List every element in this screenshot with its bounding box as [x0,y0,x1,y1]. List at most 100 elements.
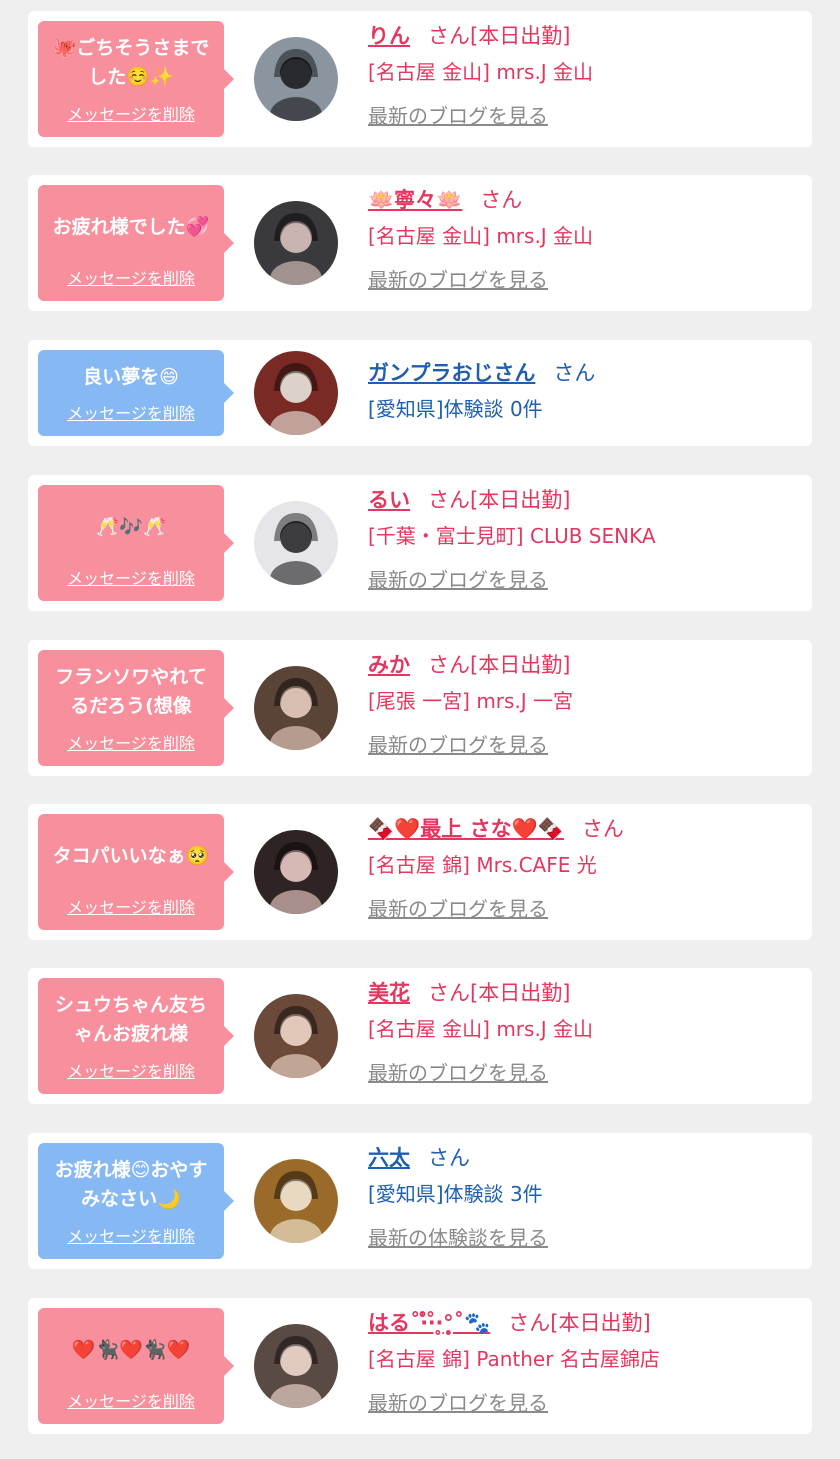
user-name-link[interactable]: るい [368,488,410,512]
avatar[interactable] [254,830,338,914]
message-text: ❤️🐈‍⬛❤️🐈‍⬛❤️ [42,1336,220,1365]
message-card: フランソワやれて るだろう(想像メッセージを削除 みか さん[本日出勤] [尾張 一宮]… [28,640,812,776]
message-line: お疲れ様😊おやす [54,1159,208,1181]
avatar[interactable] [254,37,338,121]
latest-post-link[interactable]: 最新のブログを見る [368,1058,593,1088]
name-suffix: さん[本日出勤] [428,981,571,1005]
message-bubble: お疲れ様でした💞 メッセージを削除 [38,185,234,301]
avatar-image [254,351,338,435]
message-text: シュウちゃん友ち ゃんお疲れ様 [42,991,220,1049]
message-line: みなさい🌙 [81,1188,181,1210]
avatar-image [254,501,338,585]
profile-info: 美花 さん[本日出勤] [名古屋 金山] mrs.J 金山最新のブログを見る [368,978,593,1088]
user-name-link[interactable]: みか [368,653,410,677]
profile-info: るい さん[本日出勤] [千葉・富士見町] CLUB SENKA 最新のブログを見る [368,485,656,595]
name-suffix: さん[本日出勤] [508,1311,651,1335]
latest-post-link[interactable]: 最新のブログを見る [368,565,656,595]
message-line: ゃんお疲れ様 [73,1023,188,1045]
delete-message-link[interactable]: メッセージを削除 [38,101,224,125]
user-name-link[interactable]: 六太 [368,1146,410,1170]
user-name-link[interactable]: 🍫❤️最上 さな❤️🍫 [368,817,564,841]
message-text: お疲れ様😊おやす みなさい🌙 [42,1156,220,1214]
avatar-image [254,994,338,1078]
name-suffix: さん[本日出勤] [428,24,571,48]
message-text: フランソワやれて るだろう(想像 [42,663,220,721]
message-line: した☺️✨ [88,66,174,88]
shop-info: [名古屋 錦] Panther 名古屋錦店 [368,1347,660,1371]
message-line: ❤️🐈‍⬛❤️🐈‍⬛❤️ [71,1339,191,1361]
user-name-link[interactable]: はる˚‧̍̊·̊‧̥°̩̥˚🐾 [368,1311,490,1335]
name-suffix: さん[本日出勤] [428,653,571,677]
name-row: りん さん[本日出勤] [368,21,593,51]
delete-message-link[interactable]: メッセージを削除 [38,1223,224,1247]
message-card: 🥂🎶🥂 メッセージを削除 るい さん[本日出勤] [千葉・富士見町] CLUB SENK… [28,475,812,611]
name-row: 六太 さん [368,1143,548,1173]
message-line: 🐙ごちそうさまで [52,37,210,59]
profile-info: はる˚‧̍̊·̊‧̥°̩̥˚🐾 さん[本日出勤] [名古屋 錦] Panther 名… [368,1308,660,1418]
message-bubble: 🐙ごちそうさまで した☺️✨ メッセージを削除 [38,21,234,137]
latest-post-link[interactable]: 最新のブログを見る [368,101,593,131]
name-suffix: さん [428,1146,470,1170]
avatar[interactable] [254,351,338,435]
latest-post-link[interactable]: 最新のブログを見る [368,894,624,924]
latest-post-link[interactable]: 最新の体験談を見る [368,1223,548,1253]
latest-post-link[interactable]: 最新のブログを見る [368,1388,660,1418]
avatar[interactable] [254,201,338,285]
message-text: 🐙ごちそうさまで した☺️✨ [42,34,220,92]
message-bubble: 🥂🎶🥂 メッセージを削除 [38,485,234,601]
delete-message-link[interactable]: メッセージを削除 [38,1058,224,1082]
avatar-image [254,201,338,285]
delete-message-link[interactable]: メッセージを削除 [38,894,224,918]
message-bubble: 良い夢を😄 メッセージを削除 [38,350,234,436]
latest-post-link[interactable]: 最新のブログを見る [368,730,573,760]
delete-message-link[interactable]: メッセージを削除 [38,400,224,424]
message-line: お疲れ様でした💞 [52,216,210,238]
name-suffix: さん [581,817,624,841]
message-bubble: タコパいいなぁ🥺 メッセージを削除 [38,814,234,930]
shop-info: [愛知県]体験談 0件 [368,397,543,421]
message-text: お疲れ様でした💞 [42,213,220,242]
avatar[interactable] [254,1159,338,1243]
profile-info: 🪷寧々🪷 さん [名古屋 金山] mrs.J 金山最新のブログを見る [368,185,593,295]
name-row: ガンプラおじさん さん [368,358,595,388]
message-card: シュウちゃん友ち ゃんお疲れ様メッセージを削除 美花 さん[本日出勤] [名古屋 金山]… [28,968,812,1104]
avatar[interactable] [254,501,338,585]
avatar-image [254,830,338,914]
avatar[interactable] [254,994,338,1078]
delete-message-link[interactable]: メッセージを削除 [38,1388,224,1412]
message-line: 🥂🎶🥂 [95,516,167,538]
message-bubble: フランソワやれて るだろう(想像メッセージを削除 [38,650,234,766]
shop-info: [名古屋 金山] mrs.J 金山 [368,224,594,248]
message-line: フランソワやれて [55,666,207,688]
delete-message-link[interactable]: メッセージを削除 [38,265,224,289]
profile-info: りん さん[本日出勤] [名古屋 金山] mrs.J 金山 最新のブログを見る [368,21,593,131]
avatar-image [254,1159,338,1243]
profile-info: 🍫❤️最上 さな❤️🍫 さん [名古屋 錦] Mrs.CAFE 光最新のブログを見る [368,814,624,924]
message-line: 良い夢を😄 [83,366,179,388]
name-row: 美花 さん[本日出勤] [368,978,593,1008]
name-row: 🪷寧々🪷 さん [368,185,593,215]
profile-info: 六太 さん [愛知県]体験談 3件最新の体験談を見る [368,1143,548,1253]
message-card: 🐙ごちそうさまで した☺️✨ メッセージを削除 りん さん[本日出勤] [名古屋 金山] … [28,11,812,147]
avatar[interactable] [254,1324,338,1408]
avatar[interactable] [254,666,338,750]
message-card: ❤️🐈‍⬛❤️🐈‍⬛❤️ メッセージを削除 はる˚‧̍̊·̊‧̥°̩̥˚🐾 さん[本日… [28,1298,812,1434]
user-name-link[interactable]: 🪷寧々🪷 [368,188,462,212]
user-name-link[interactable]: りん [368,24,410,48]
user-name-link[interactable]: 美花 [368,981,410,1005]
profile-info: みか さん[本日出勤] [尾張 一宮] mrs.J 一宮 最新のブログを見る [368,650,573,760]
message-bubble: シュウちゃん友ち ゃんお疲れ様メッセージを削除 [38,978,234,1094]
shop-info: [愛知県]体験談 3件 [368,1182,543,1206]
message-bubble: ❤️🐈‍⬛❤️🐈‍⬛❤️ メッセージを削除 [38,1308,234,1424]
name-suffix: さん [480,188,523,212]
profile-info: ガンプラおじさん さん [愛知県]体験談 0件 [368,358,595,424]
latest-post-link[interactable]: 最新のブログを見る [368,265,593,295]
message-card: 良い夢を😄 メッセージを削除 ガンプラおじさん さん [愛知県]体験談 0件 [28,340,812,446]
name-suffix: さん[本日出勤] [428,488,571,512]
delete-message-link[interactable]: メッセージを削除 [38,730,224,754]
delete-message-link[interactable]: メッセージを削除 [38,565,224,589]
shop-info: [名古屋 錦] Mrs.CAFE 光 [368,853,597,877]
shop-info: [名古屋 金山] mrs.J 金山 [368,1017,594,1041]
avatar-image [254,666,338,750]
user-name-link[interactable]: ガンプラおじさん [368,361,535,385]
